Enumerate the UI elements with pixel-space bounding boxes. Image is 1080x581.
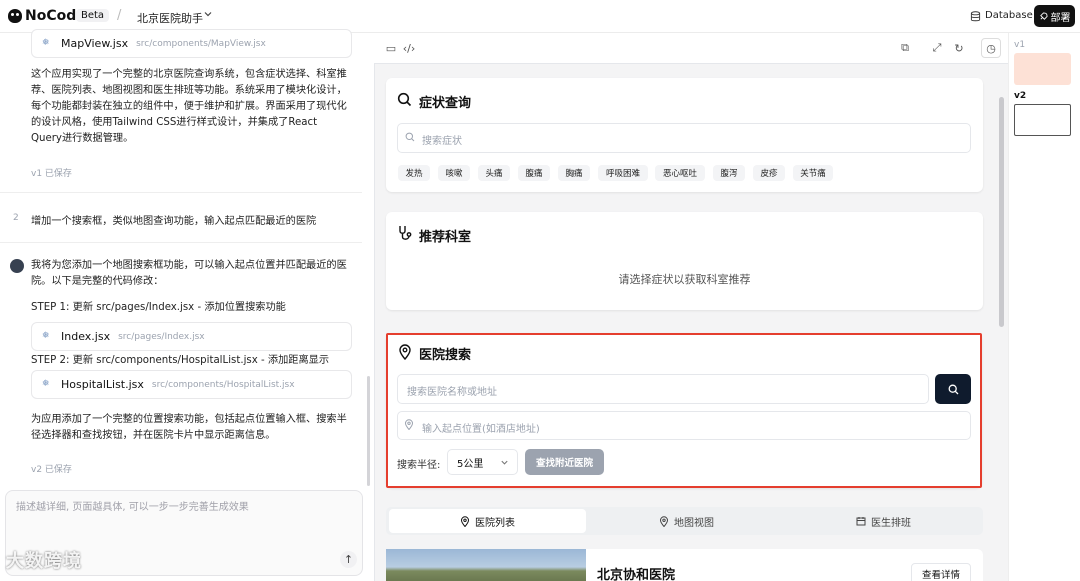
divider — [0, 192, 362, 193]
file-path: src/pages/Index.jsx — [118, 331, 205, 342]
map-pin-icon — [659, 515, 669, 527]
deploy-label: 部署 — [1050, 12, 1071, 24]
calendar-icon — [856, 517, 866, 526]
symptom-title: 症状查询 — [419, 96, 472, 111]
tab-label: 医院列表 — [475, 517, 515, 529]
symptom-tag[interactable]: 咳嗽 — [438, 165, 470, 181]
symptom-search-input[interactable] — [397, 123, 971, 153]
search-icon — [405, 132, 415, 142]
breadcrumb-separator: / — [117, 8, 122, 23]
tab-map-view[interactable]: 地图视图 — [588, 509, 785, 533]
symptom-tag[interactable]: 头痛 — [478, 165, 510, 181]
symptom-tag[interactable]: 关节痛 — [793, 165, 833, 181]
version-saved-v1: v1 已保存 — [31, 169, 72, 179]
hospital-search-button[interactable] — [935, 374, 971, 404]
file-name: MapView.jsx — [61, 37, 129, 50]
message-number: 2 — [13, 213, 19, 223]
file-name: HospitalList.jsx — [61, 378, 144, 391]
divider — [0, 242, 362, 243]
chevron-down-icon — [501, 460, 508, 465]
user-message: 增加一个搜索框，类似地图查询功能，输入起点匹配最近的医院 — [31, 216, 317, 227]
hospital-search-title: 医院搜索 — [419, 348, 472, 363]
start-location-placeholder: 输入起点位置(如酒店地址) — [422, 424, 540, 435]
ai-intro: 我将为您添加一个地图搜索框功能，可以输入起点位置并匹配最近的医院。以下是完整的代… — [31, 260, 347, 287]
map-pin-icon — [399, 344, 411, 360]
symptom-tag[interactable]: 腹痛 — [518, 165, 550, 181]
department-card — [386, 212, 983, 310]
chat-input-placeholder: 描述越详细, 页面越具体, 可以一步一步完善生成效果 — [16, 502, 249, 513]
department-empty-message: 请选择症状以获取科室推荐 — [618, 273, 751, 286]
assistant-avatar — [10, 259, 24, 273]
file-card-index[interactable]: ❅ Index.jsx src/pages/Index.jsx — [31, 322, 352, 351]
step1-text: STEP 1: 更新 src/pages/Index.jsx - 添加位置搜索功… — [31, 302, 286, 313]
hospital-image — [386, 549, 586, 581]
symptom-tag[interactable]: 发热 — [398, 165, 430, 181]
file-card-hospitallist[interactable]: ❅ HospitalList.jsx src/components/Hospit… — [31, 370, 352, 399]
symptom-search-placeholder: 搜索症状 — [422, 136, 462, 147]
ai-summary-v1: 这个应用实现了一个完整的北京医院查询系统，包含症状选择、科室推荐、医院列表、地图… — [31, 69, 347, 144]
database-button[interactable]: Database — [985, 10, 1033, 21]
expand-icon[interactable]: ⤢ — [927, 38, 947, 58]
symptom-tag[interactable]: 恶心呕吐 — [655, 165, 705, 181]
file-gear-icon: ❅ — [42, 379, 50, 389]
file-gear-icon: ❅ — [42, 331, 50, 341]
beta-badge: Beta — [76, 9, 110, 22]
browser-icon[interactable]: ▭ — [381, 38, 401, 58]
search-icon — [397, 92, 412, 107]
version-thumbnail-v2[interactable] — [1014, 104, 1071, 136]
chat-scrollbar[interactable] — [367, 376, 370, 486]
map-pin-icon — [460, 515, 470, 527]
version-label-v1: v1 — [1014, 40, 1026, 50]
project-name[interactable]: 北京医院助手 — [137, 10, 203, 26]
hospital-name-placeholder: 搜索医院名称或地址 — [407, 387, 497, 398]
find-nearby-button[interactable]: 查找附近医院 — [525, 449, 604, 475]
tab-doctor-schedule[interactable]: 医生排班 — [785, 509, 982, 533]
radius-select[interactable]: 5公里 — [447, 449, 518, 475]
deploy-button[interactable]: 部署 — [1034, 5, 1075, 27]
step2-text: STEP 2: 更新 src/components/HospitalList.j… — [31, 355, 330, 366]
code-icon[interactable]: ‹/› — [399, 38, 419, 58]
rocket-icon — [1039, 11, 1048, 20]
version-thumbnail-v1[interactable] — [1014, 53, 1071, 85]
symptom-tag[interactable]: 呼吸困难 — [598, 165, 648, 181]
stethoscope-icon — [399, 226, 412, 240]
tab-label: 医生排班 — [871, 517, 911, 529]
view-details-button[interactable]: 查看详情 — [911, 563, 971, 581]
database-icon — [970, 11, 981, 22]
send-button[interactable]: ↑ — [340, 551, 357, 568]
search-icon — [948, 384, 958, 394]
symptom-tag[interactable]: 胸痛 — [558, 165, 590, 181]
tab-hospital-list[interactable]: 医院列表 — [389, 509, 586, 533]
file-card-mapview[interactable]: ❅ MapView.jsx src/components/MapView.jsx — [31, 29, 352, 58]
file-name: Index.jsx — [61, 330, 111, 343]
watermark: 大数跨境 — [6, 551, 82, 572]
version-saved-v2: v2 已保存 — [31, 465, 72, 475]
history-icon[interactable]: ◷ — [981, 38, 1001, 58]
chevron-down-icon[interactable] — [203, 9, 213, 19]
file-gear-icon: ❅ — [42, 38, 50, 48]
location-pin-icon — [404, 419, 414, 430]
radius-label: 搜索半径: — [397, 460, 441, 471]
radius-value: 5公里 — [457, 458, 484, 470]
refresh-icon[interactable]: ↻ — [949, 38, 969, 58]
copy-icon[interactable]: ⧉ — [895, 38, 915, 58]
hospital-name: 北京协和医院 — [597, 568, 676, 581]
preview-scrollbar[interactable] — [999, 97, 1004, 327]
department-title: 推荐科室 — [419, 230, 472, 245]
tab-label: 地图视图 — [674, 517, 714, 529]
nocode-logo-icon[interactable] — [8, 9, 22, 23]
ai-summary-v2: 为应用添加了一个完整的位置搜索功能，包括起点位置输入框、搜索半径选择器和查找按钮… — [31, 414, 347, 441]
file-path: src/components/MapView.jsx — [136, 38, 266, 49]
symptom-tag[interactable]: 皮疹 — [753, 165, 785, 181]
arrow-up-icon: ↑ — [343, 553, 354, 566]
file-path: src/components/HospitalList.jsx — [151, 379, 295, 390]
version-label-v2: v2 — [1014, 91, 1027, 101]
symptom-tag[interactable]: 腹泻 — [713, 165, 745, 181]
